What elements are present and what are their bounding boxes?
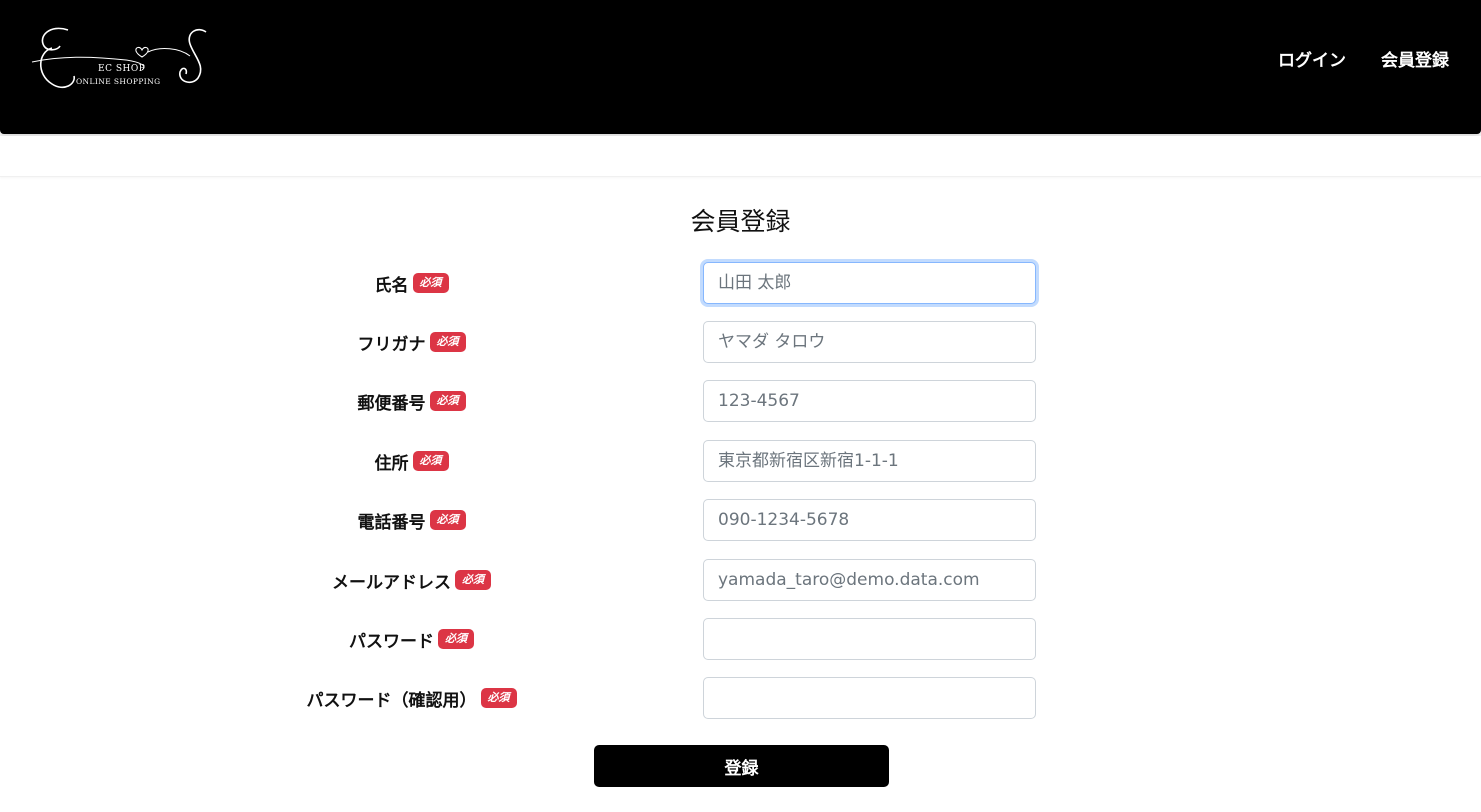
- phone-input[interactable]: [703, 499, 1036, 541]
- form-row-furigana: フリガナ 必須: [0, 321, 1481, 363]
- form-row-password: パスワード 必須: [0, 618, 1481, 660]
- form-row-postal: 郵便番号 必須: [0, 380, 1481, 422]
- furigana-input[interactable]: [703, 321, 1036, 363]
- field-label: パスワード（確認用）: [306, 690, 477, 711]
- name-input[interactable]: [703, 262, 1036, 304]
- postal-code-input[interactable]: [703, 380, 1036, 422]
- field-label: 住所: [374, 453, 409, 474]
- ec-shop-logo-icon: EC SHOP ONLINE SHOPPING: [31, 27, 207, 89]
- field-label: メールアドレス: [332, 572, 451, 593]
- site-header: EC SHOP ONLINE SHOPPING ログイン 会員登録: [0, 0, 1481, 134]
- field-label-wrap: パスワード 必須: [0, 618, 673, 660]
- field-label: 氏名: [374, 275, 409, 296]
- required-badge: 必須: [429, 332, 466, 352]
- form-row-email: メールアドレス 必須: [0, 559, 1481, 601]
- field-label: 電話番号: [357, 512, 426, 533]
- required-badge: 必須: [412, 451, 449, 471]
- address-input[interactable]: [703, 440, 1036, 482]
- site-logo[interactable]: EC SHOP ONLINE SHOPPING: [30, 22, 210, 94]
- required-badge: 必須: [412, 273, 449, 293]
- field-label-wrap: メールアドレス 必須: [0, 559, 673, 601]
- email-input[interactable]: [703, 559, 1036, 601]
- form-row-password-confirm: パスワード（確認用） 必須: [0, 677, 1481, 719]
- form-row-address: 住所 必須: [0, 440, 1481, 482]
- register-link[interactable]: 会員登録: [1381, 46, 1449, 71]
- required-badge: 必須: [455, 570, 491, 590]
- header-nav: ログイン 会員登録: [1278, 46, 1449, 71]
- field-label-wrap: 電話番号 必須: [0, 499, 673, 541]
- sub-bar: [0, 136, 1481, 177]
- register-submit-button[interactable]: 登録: [594, 745, 889, 787]
- field-label: 郵便番号: [357, 393, 426, 414]
- password-input[interactable]: [703, 618, 1036, 660]
- field-label: フリガナ: [357, 334, 426, 355]
- field-label-wrap: 郵便番号 必須: [0, 380, 673, 422]
- password-confirm-input[interactable]: [703, 677, 1036, 719]
- form-row-name: 氏名 必須: [0, 262, 1481, 304]
- required-badge: 必須: [438, 629, 474, 649]
- logo-sub-text: ONLINE SHOPPING: [76, 77, 161, 86]
- field-label-wrap: フリガナ 必須: [0, 321, 673, 363]
- form-row-phone: 電話番号 必須: [0, 499, 1481, 541]
- field-label-wrap: パスワード（確認用） 必須: [0, 677, 673, 719]
- field-label-wrap: 氏名 必須: [0, 262, 673, 304]
- logo-main-text: EC SHOP: [98, 64, 145, 74]
- login-link[interactable]: ログイン: [1278, 46, 1346, 71]
- required-badge: 必須: [429, 391, 466, 411]
- page-title: 会員登録: [690, 207, 791, 236]
- field-label-wrap: 住所 必須: [0, 440, 673, 482]
- field-label: パスワード: [349, 631, 434, 652]
- required-badge: 必須: [480, 688, 517, 708]
- required-badge: 必須: [429, 510, 466, 530]
